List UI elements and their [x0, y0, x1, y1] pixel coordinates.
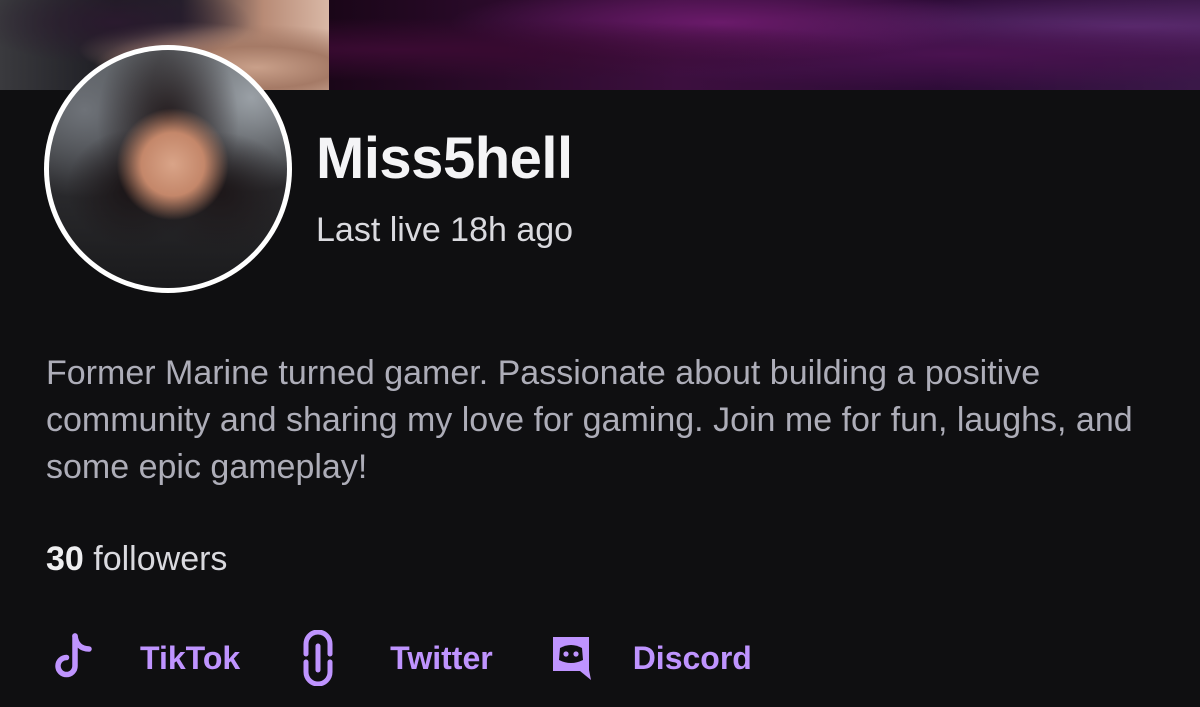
avatar-image — [49, 50, 287, 288]
social-link-twitter-label: Twitter — [390, 639, 493, 676]
discord-icon — [547, 631, 595, 685]
social-links: TikTok Twitter Discord — [50, 628, 806, 688]
follower-count-number: 30 — [46, 540, 84, 578]
channel-about-page: Miss5hell Last live 18h ago Former Marin… — [0, 0, 1200, 707]
avatar[interactable] — [44, 45, 292, 293]
banner-artwork — [329, 0, 1200, 90]
follower-count: 30 followers — [46, 536, 227, 582]
channel-username: Miss5hell — [316, 126, 573, 191]
social-link-discord-label: Discord — [632, 639, 752, 676]
tiktok-icon — [50, 631, 98, 685]
link-icon — [294, 630, 342, 686]
social-link-tiktok-label: TikTok — [140, 639, 241, 676]
follower-count-label: followers — [83, 540, 228, 578]
channel-bio: Former Marine turned gamer. Passionate a… — [46, 354, 1133, 486]
social-link-discord[interactable]: Discord — [547, 631, 752, 685]
social-link-twitter[interactable]: Twitter — [294, 630, 493, 686]
last-live-status: Last live 18h ago — [316, 211, 574, 249]
social-link-tiktok[interactable]: TikTok — [50, 631, 240, 685]
